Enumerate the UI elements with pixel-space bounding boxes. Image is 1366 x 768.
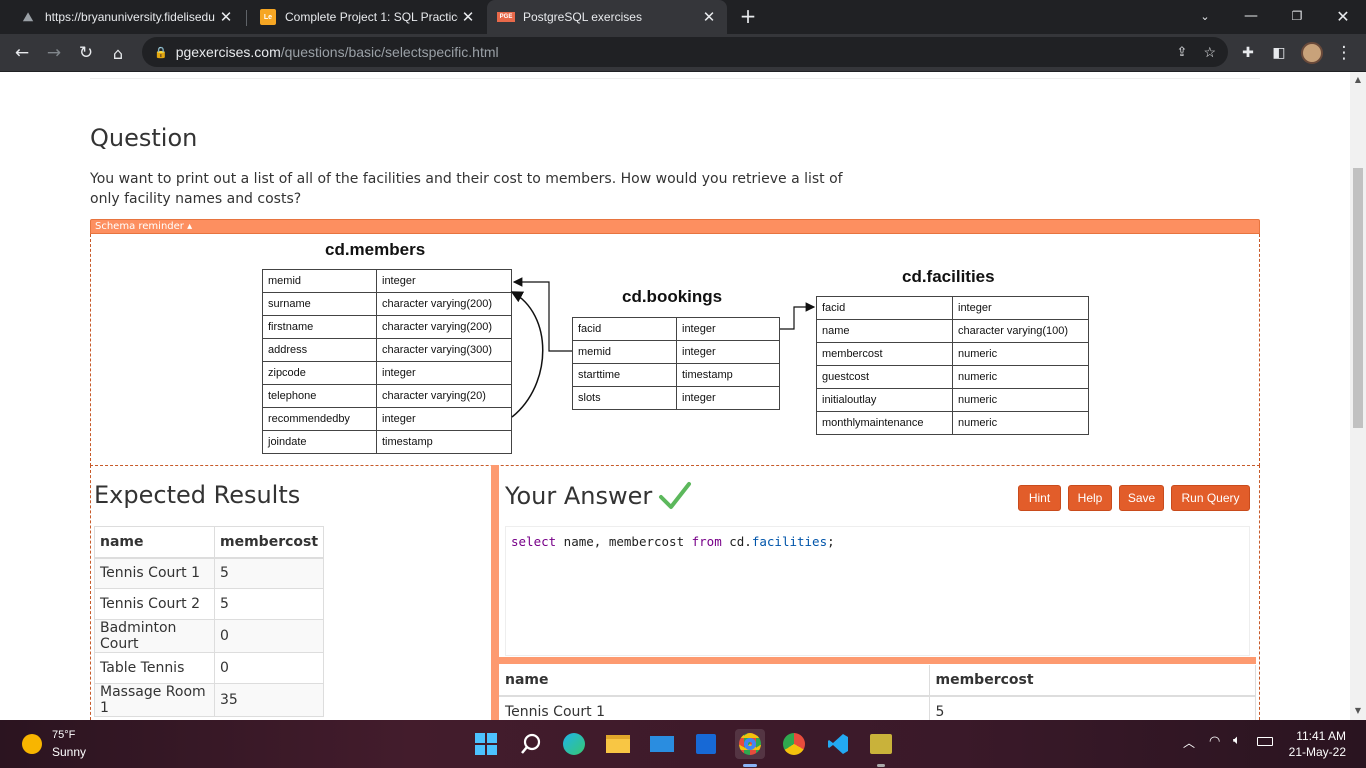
close-icon[interactable]: ✕ xyxy=(699,8,719,26)
chevron-up-icon[interactable]: ︿ xyxy=(1183,734,1195,751)
table-row: Table Tennis 0 xyxy=(94,652,325,684)
schema-reminder-toggle[interactable]: Schema reminder ▴ xyxy=(90,219,1260,234)
your-answer-label: Your Answer xyxy=(505,482,653,510)
edge-icon[interactable] xyxy=(559,729,589,759)
your-answer-heading: Your Answer xyxy=(505,481,692,511)
url-path: /questions/basic/selectspecific.html xyxy=(280,44,499,60)
query-results-table: name membercost Tennis Court 15 xyxy=(499,665,1256,720)
table-cell: Tennis Court 1 xyxy=(499,696,930,720)
check-icon xyxy=(659,482,692,509)
browser-toolbar: ← → ↻ ⌂ 🔒 pgexercises.com /questions/bas… xyxy=(0,34,1366,71)
browser-chrome: ⛰ https://bryanuniversity.fidelisedu ✕ L… xyxy=(0,0,1366,72)
search-icon[interactable] xyxy=(516,729,546,759)
table-cell: Tennis Court 1 xyxy=(94,557,215,589)
sun-icon[interactable] xyxy=(22,734,42,754)
column-header: name xyxy=(94,526,215,559)
restore-button[interactable]: ❐ xyxy=(1274,0,1320,32)
share-icon[interactable]: ⇪ xyxy=(1177,44,1188,60)
table-cell: Table Tennis xyxy=(94,652,215,684)
windows-start-icon[interactable] xyxy=(471,729,501,759)
table-cell: Massage Room 1 xyxy=(94,683,215,717)
bookmark-star-icon[interactable]: ☆ xyxy=(1203,44,1216,61)
table-cell: 5 xyxy=(213,557,325,589)
taskbar: 75°F Sunny ︿ ◠ 🔈︎ 11:41 AM 21-May-22 xyxy=(0,720,1366,768)
table-cell: Badminton Court xyxy=(94,619,215,653)
university-icon: ⛰ xyxy=(22,9,34,24)
avatar[interactable] xyxy=(1298,39,1326,67)
extensions-icon[interactable]: ✚ xyxy=(1234,39,1262,67)
tab-postgresql-exercises[interactable]: PGE PostgreSQL exercises ✕ xyxy=(487,0,727,34)
page-scrollbar[interactable]: ▲ ▼ xyxy=(1350,72,1366,720)
wifi-icon[interactable]: ◠ xyxy=(1209,734,1220,749)
clock-time[interactable]: 11:41 AM xyxy=(1296,729,1346,743)
table-header-row: name membercost xyxy=(94,526,325,559)
column-header: membercost xyxy=(213,526,325,559)
url-host: pgexercises.com xyxy=(175,44,281,60)
file-explorer-icon[interactable] xyxy=(603,729,633,759)
table-row: Badminton Court 0 xyxy=(94,619,325,653)
volume-icon[interactable]: 🔈︎ xyxy=(1233,733,1241,748)
tab-search-icon[interactable]: ⌄ xyxy=(1182,0,1228,32)
expected-results-table: name membercost Tennis Court 1 5 Tennis Cour… xyxy=(94,526,325,717)
store-icon[interactable] xyxy=(691,729,721,759)
back-icon[interactable]: ← xyxy=(8,39,36,67)
side-panel-icon[interactable]: ◧ xyxy=(1265,39,1293,67)
tab-title: Complete Project 1: SQL Practice xyxy=(285,10,458,24)
table-header-row: name membercost xyxy=(499,665,1256,697)
home-icon[interactable]: ⌂ xyxy=(104,39,132,67)
expected-results-heading: Expected Results xyxy=(94,481,301,509)
table-row: Tennis Court 15 xyxy=(94,557,325,589)
table-cell: 5 xyxy=(213,588,325,620)
results-resize-bar[interactable] xyxy=(499,657,1256,664)
reload-icon[interactable]: ↻ xyxy=(72,39,100,67)
lesson-icon: Le xyxy=(260,9,276,25)
save-button[interactable]: Save xyxy=(1119,485,1164,511)
hint-button[interactable]: Hint xyxy=(1018,485,1061,511)
battery-icon[interactable] xyxy=(1257,737,1273,746)
pane-splitter[interactable] xyxy=(491,465,499,720)
run-query-button[interactable]: Run Query xyxy=(1171,485,1250,511)
table-cell: 0 xyxy=(213,619,325,653)
weather-desc[interactable]: Sunny xyxy=(52,745,86,759)
address-bar[interactable]: 🔒 pgexercises.com /questions/basic/selec… xyxy=(142,37,1228,67)
tab-bryan-university[interactable]: ⛰ https://bryanuniversity.fidelisedu ✕ xyxy=(0,0,244,34)
mail-icon[interactable] xyxy=(647,729,677,759)
column-header: membercost xyxy=(929,665,1256,697)
tab-title: PostgreSQL exercises xyxy=(523,10,642,24)
close-icon[interactable]: ✕ xyxy=(458,8,478,26)
scrollbar-thumb[interactable] xyxy=(1353,168,1363,428)
pge-icon: PGE xyxy=(497,12,515,22)
sql-editor[interactable]: select name, membercost from cd.faciliti… xyxy=(505,526,1250,656)
tab-sql-practice[interactable]: Le Complete Project 1: SQL Practice ✕ xyxy=(246,0,486,34)
new-tab-button[interactable]: + xyxy=(725,0,771,32)
vscode-icon[interactable] xyxy=(823,729,853,759)
app-icon[interactable] xyxy=(866,729,896,759)
table-cell: Tennis Court 2 xyxy=(94,588,215,620)
relation-arrows xyxy=(510,277,816,418)
lock-icon[interactable]: 🔒 xyxy=(154,46,168,59)
tab-title: https://bryanuniversity.fidelisedu xyxy=(45,10,215,24)
help-button[interactable]: Help xyxy=(1068,485,1112,511)
table-row: Massage Room 1 35 xyxy=(94,683,325,717)
table-cell: 0 xyxy=(213,652,325,684)
table-cell: 5 xyxy=(929,696,1256,720)
table-row: Tennis Court 25 xyxy=(94,588,325,620)
forward-icon[interactable]: → xyxy=(40,39,68,67)
minimize-button[interactable]: — xyxy=(1228,0,1274,32)
weather-temp[interactable]: 75°F xyxy=(52,729,75,741)
window-close-button[interactable]: ✕ xyxy=(1320,0,1366,32)
clock-date[interactable]: 21-May-22 xyxy=(1286,745,1346,759)
menu-icon[interactable]: ⋮ xyxy=(1330,39,1358,67)
question-heading: Question xyxy=(90,124,198,152)
table-cell: 35 xyxy=(213,683,325,717)
table-row: Tennis Court 15 xyxy=(499,696,1256,720)
close-icon[interactable]: ✕ xyxy=(216,8,236,26)
chrome-icon[interactable] xyxy=(735,729,765,759)
column-header: name xyxy=(499,665,930,697)
chrome-profile-icon[interactable] xyxy=(779,729,809,759)
schema-diagram: cd.members memid integer surname character … xyxy=(90,234,1260,466)
question-text: You want to print out a list of all of t… xyxy=(90,171,843,207)
page-content: Question You want to print out a list of… xyxy=(0,72,1350,720)
